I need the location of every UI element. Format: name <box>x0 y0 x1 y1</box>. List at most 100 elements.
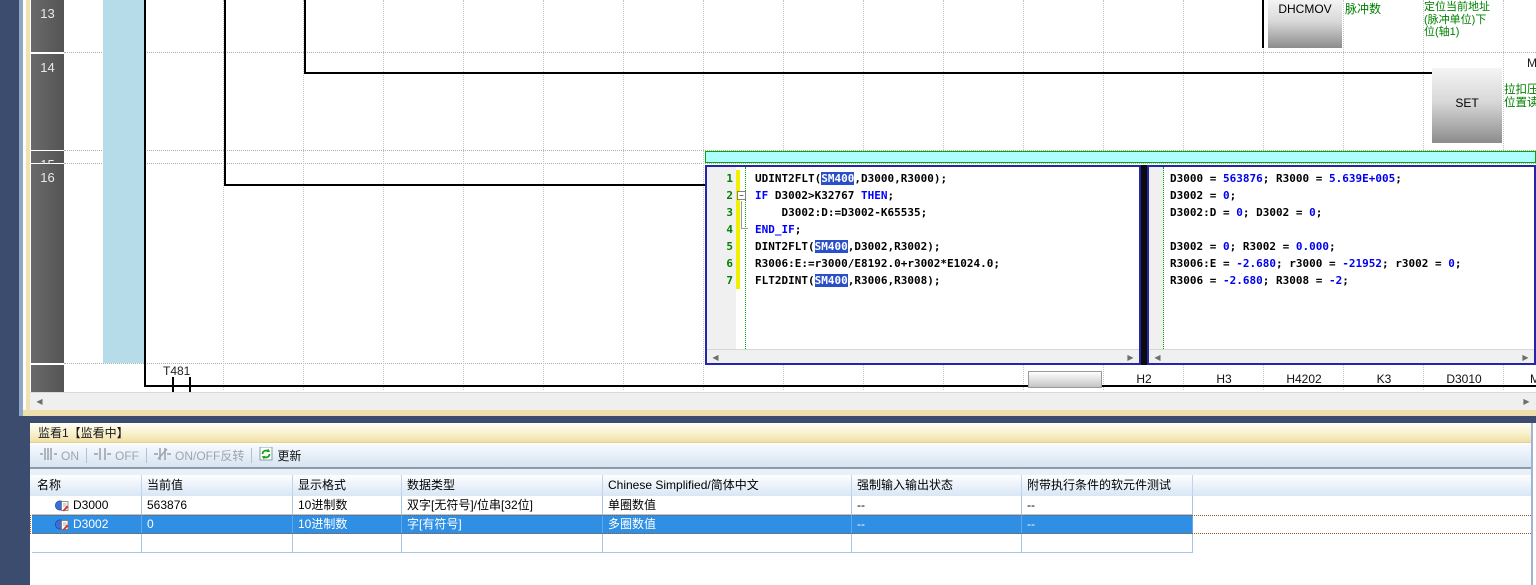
watch-row[interactable]: D300056387610进制数双字[无符号]/位串[32位]单圈数值---- <box>30 496 1533 515</box>
watch-cell-type[interactable]: 字[有符号] <box>402 515 603 534</box>
watch-cell-test[interactable]: -- <box>1022 496 1193 515</box>
st-line[interactable]: D3002:D = 0; D3002 = 0; <box>1170 204 1322 221</box>
watch-cell-test[interactable] <box>1022 534 1193 553</box>
watch-left-frame <box>19 423 30 585</box>
scroll-left-icon[interactable]: ◀ <box>709 351 722 364</box>
st-monitor-value-pane[interactable]: D3000 = 563876; R3000 = 5.639E+005;D3002… <box>1147 165 1536 365</box>
ladder-row-number[interactable] <box>31 365 64 392</box>
watch-row[interactable]: D3002010进制数字[有符号]多圈数值---- <box>30 515 1533 534</box>
off-button[interactable]: OFF <box>90 446 143 465</box>
code-token: ; R3000 = <box>1263 172 1329 185</box>
contact-off-icon <box>94 448 111 463</box>
st-line-number: 5 <box>707 238 733 255</box>
watch-cell-name[interactable]: D3002 <box>32 515 142 534</box>
st-line[interactable]: D3002 = 0; R3002 = 0.000; <box>1170 238 1336 255</box>
st-code-pane[interactable]: 1UDINT2FLT(SM400,D3000,R3000);2IF D3002>… <box>705 165 1141 365</box>
watch-cell-name[interactable] <box>32 534 142 553</box>
contact-bar-left[interactable] <box>172 377 174 392</box>
operand-cell[interactable]: H3 <box>1184 372 1264 387</box>
grid-line-vertical <box>383 0 384 390</box>
code-token: R3006:E = <box>1170 257 1236 270</box>
device-comment-pulse-count: 脉冲数 <box>1345 3 1381 16</box>
watch-row-empty[interactable] <box>30 534 1533 553</box>
operand-cell[interactable]: D3010 <box>1424 372 1504 387</box>
wire-vertical-row13 <box>1262 0 1264 48</box>
st-code-scrollbar[interactable]: ◀ ▶ <box>707 349 1139 363</box>
code-token: ; R3002 = <box>1230 240 1296 253</box>
watch-cell-force[interactable] <box>852 534 1022 553</box>
watch-column-header[interactable]: 数据类型 <box>402 475 603 496</box>
watch-cell-name[interactable]: D3000 <box>32 496 142 515</box>
scroll-right-icon[interactable]: ▶ <box>1124 351 1137 364</box>
watch-cell-type[interactable]: 双字[无符号]/位串[32位] <box>402 496 603 515</box>
scroll-left-icon[interactable]: ◀ <box>1151 351 1164 364</box>
watch-cell-value[interactable]: 563876 <box>142 496 293 515</box>
inline-st-header-bar[interactable] <box>705 151 1536 163</box>
code-token: END_IF <box>755 223 795 236</box>
st-line[interactable]: D3002:D:=D3002-K65535; <box>755 204 927 221</box>
watch-cell-comment[interactable] <box>603 534 852 553</box>
on-off-invert-button[interactable]: ON/OFF反转 <box>150 446 248 465</box>
st-line-number: 3 <box>707 204 733 221</box>
watch-cell-force[interactable]: -- <box>852 515 1022 534</box>
watch-cell-value[interactable]: 0 <box>142 515 293 534</box>
fold-collapse-icon[interactable]: − <box>737 191 746 200</box>
watch-column-header[interactable]: 强制输入输出状态 <box>852 475 1022 496</box>
scroll-right-icon[interactable]: ▶ <box>1519 351 1532 364</box>
watch-cell-type[interactable] <box>402 534 603 553</box>
st-line[interactable]: FLT2DINT(SM400,R3006,R3008); <box>755 272 940 289</box>
watch-column-header[interactable]: 当前值 <box>142 475 293 496</box>
watch-cell-comment[interactable]: 单圈数值 <box>603 496 852 515</box>
watch-cell-format[interactable]: 10进制数 <box>293 496 402 515</box>
watch-column-header[interactable]: 名称 <box>32 475 142 496</box>
scroll-right-icon[interactable]: ▶ <box>1520 395 1533 408</box>
st-line[interactable]: R3006:E = -2.680; r3000 = -21952; r3002 … <box>1170 255 1461 272</box>
watch-column-header[interactable]: 显示格式 <box>293 475 402 496</box>
watch-cell-force[interactable]: -- <box>852 496 1022 515</box>
fold-bracket <box>741 201 748 229</box>
operand-cell[interactable]: H2 <box>1104 372 1184 387</box>
code-token: ; <box>1342 274 1349 287</box>
update-button[interactable]: 更新 <box>255 446 305 465</box>
watch-cell-comment[interactable]: 多圈数值 <box>603 515 852 534</box>
scroll-left-icon[interactable]: ◀ <box>33 395 46 408</box>
grid-line-vertical <box>623 0 624 390</box>
watch-column-header[interactable]: Chinese Simplified/简体中文 <box>603 475 852 496</box>
st-line[interactable]: UDINT2FLT(SM400,D3000,R3000); <box>755 170 947 187</box>
st-line[interactable]: D3002 = 0; <box>1170 187 1236 204</box>
st-line[interactable]: END_IF; <box>755 221 801 238</box>
ladder-row-number[interactable]: 13 <box>31 0 64 52</box>
st-line[interactable]: IF D3002>K32767 THEN; <box>755 187 894 204</box>
on-button[interactable]: ON <box>36 446 83 465</box>
operand-cell[interactable]: K3 <box>1344 372 1424 387</box>
window-left-frame <box>0 0 19 585</box>
watch-cell-format[interactable] <box>293 534 402 553</box>
st-line[interactable]: R3006:E:=r3000/E8192.0+r3002*E1024.0; <box>755 255 1000 272</box>
st-line[interactable]: D3000 = 563876; R3000 = 5.639E+005; <box>1170 170 1402 187</box>
operand-cell[interactable]: H4202 <box>1264 372 1344 387</box>
instruction-label: DHCMOV <box>1278 2 1331 16</box>
code-token: ; <box>1395 172 1402 185</box>
instruction-box-dhcmov[interactable]: DHCMOV <box>1268 0 1342 48</box>
watch-column-header[interactable]: 附带执行条件的软元件测试 <box>1022 475 1193 496</box>
ladder-row-number[interactable]: 15 <box>31 151 64 163</box>
instruction-box-partial[interactable] <box>1028 371 1102 388</box>
watch-title-bar[interactable]: 监看1【监看中】 <box>30 423 1531 443</box>
watch-cell-test[interactable]: -- <box>1022 515 1193 534</box>
code-token: IF <box>755 189 775 202</box>
watch-cell-format[interactable]: 10进制数 <box>293 515 402 534</box>
panel-separator-navy[interactable] <box>19 416 1536 423</box>
st-value-scrollbar[interactable]: ◀ ▶ <box>1149 349 1534 363</box>
instruction-label: SET <box>1455 96 1478 110</box>
operand-cell[interactable]: M <box>1504 372 1536 387</box>
ladder-row-number[interactable]: 14 <box>31 54 64 150</box>
st-line[interactable]: R3006 = -2.680; R3008 = -2; <box>1170 272 1349 289</box>
update-button-label: 更新 <box>277 447 301 464</box>
code-token: ; D3002 = <box>1243 206 1309 219</box>
ladder-row-number[interactable]: 16 <box>31 164 64 363</box>
st-line[interactable]: DINT2FLT(SM400,D3002,R3002); <box>755 238 940 255</box>
ladder-horizontal-scrollbar[interactable]: ◀ ▶ <box>30 392 1536 410</box>
watch-cell-value[interactable] <box>142 534 293 553</box>
contact-on-icon <box>40 448 57 463</box>
instruction-box-set[interactable]: SET <box>1432 68 1502 143</box>
